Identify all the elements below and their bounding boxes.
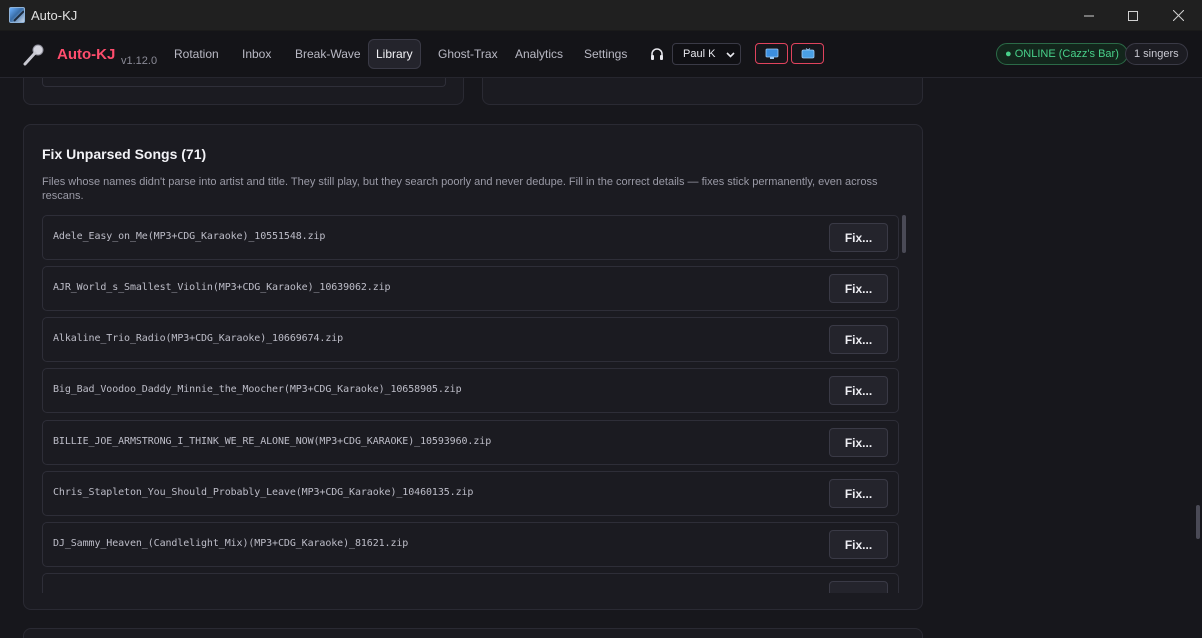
file-name: AJR_World_s_Smallest_Violin(MP3+CDG_Kara… <box>53 282 391 293</box>
file-name: Chris_Stapleton_You_Should_Probably_Leav… <box>53 487 474 498</box>
app-version: v1.12.0 <box>121 55 158 67</box>
fix-button[interactable]: Fix... <box>829 325 888 354</box>
list-scrollbar[interactable] <box>902 215 906 253</box>
minimize-icon <box>1084 15 1094 16</box>
tab-break-wave[interactable]: Break-Wave <box>288 39 368 69</box>
list-item: Adele_Easy_on_Me(MP3+CDG_Karaoke)_105515… <box>42 215 899 260</box>
tab-ghost-trax[interactable]: Ghost-Trax <box>431 39 505 69</box>
singers-count-badge: 1 singers <box>1125 43 1188 65</box>
close-button[interactable] <box>1155 0 1201 31</box>
monitor-icon <box>765 48 778 59</box>
tab-inbox[interactable]: Inbox <box>235 39 278 69</box>
fix-button[interactable]: Fix... <box>829 223 888 252</box>
window-title: Auto-KJ <box>31 7 78 23</box>
list-item: BILLIE_JOE_ARMSTRONG_I_THINK_WE_RE_ALONE… <box>42 420 899 465</box>
list-item: Chris_Stapleton_You_Should_Probably_Leav… <box>42 471 899 516</box>
section-title: Fix Unparsed Songs (71) <box>42 146 207 162</box>
list-item: Alkaline_Trio_Radio(MP3+CDG_Karaoke)_106… <box>42 317 899 362</box>
file-name: Big_Bad_Voodoo_Daddy_Minnie_the_Moocher(… <box>53 384 462 395</box>
minimize-button[interactable] <box>1066 0 1112 31</box>
user-select[interactable]: Paul K <box>672 43 741 65</box>
unparsed-songs-list[interactable]: Adele_Easy_on_Me(MP3+CDG_Karaoke)_105515… <box>42 215 900 593</box>
window-titlebar: Auto-KJ <box>0 0 1202 31</box>
top-nav: Auto-KJ v1.12.0 Rotation Inbox Break-Wav… <box>0 31 1202 78</box>
library-content: Fix Unparsed Songs (71) Files whose name… <box>0 78 1202 638</box>
tab-library[interactable]: Library <box>368 39 421 69</box>
maximize-button[interactable] <box>1110 0 1156 31</box>
tab-analytics[interactable]: Analytics <box>508 39 570 69</box>
tv-display-button[interactable] <box>791 43 824 64</box>
page-scrollbar[interactable] <box>1196 505 1200 539</box>
fix-button-partial[interactable] <box>829 581 888 593</box>
file-name: DJ_Sammy_Heaven_(Candlelight_Mix)(MP3+CD… <box>53 538 409 549</box>
panel-top-left <box>23 78 464 105</box>
microphone-icon <box>23 44 44 66</box>
user-select-value: Paul K <box>683 48 716 60</box>
fix-unparsed-panel: Fix Unparsed Songs (71) Files whose name… <box>23 124 923 610</box>
panel-bottom <box>23 628 923 638</box>
panel-top-right <box>482 78 923 105</box>
tab-rotation[interactable]: Rotation <box>167 39 226 69</box>
maximize-icon <box>1128 10 1138 21</box>
fix-button[interactable]: Fix... <box>829 479 888 508</box>
fix-button[interactable]: Fix... <box>829 530 888 559</box>
list-item: DJ_Sammy_Heaven_(Candlelight_Mix)(MP3+CD… <box>42 522 899 567</box>
file-name: Alkaline_Trio_Radio(MP3+CDG_Karaoke)_106… <box>53 333 344 344</box>
fix-button[interactable]: Fix... <box>829 428 888 457</box>
fix-button[interactable]: Fix... <box>829 274 888 303</box>
panel-top-left-table <box>42 78 446 87</box>
file-name: Adele_Easy_on_Me(MP3+CDG_Karaoke)_105515… <box>53 231 326 242</box>
tab-settings[interactable]: Settings <box>577 39 634 69</box>
singer-display-button[interactable] <box>755 43 788 64</box>
tv-icon <box>801 47 814 58</box>
list-item-partial <box>42 573 899 593</box>
headphones-icon <box>651 48 663 60</box>
section-description: Files whose names didn't parse into arti… <box>42 176 878 202</box>
brand-name: Auto-KJ <box>57 46 116 63</box>
chevron-down-icon <box>726 52 735 58</box>
status-badge: ● ONLINE (Cazz's Bar) <box>996 43 1128 65</box>
app-icon <box>9 7 25 23</box>
list-item: AJR_World_s_Smallest_Violin(MP3+CDG_Kara… <box>42 266 899 311</box>
list-item: Big_Bad_Voodoo_Daddy_Minnie_the_Moocher(… <box>42 368 899 413</box>
file-name: BILLIE_JOE_ARMSTRONG_I_THINK_WE_RE_ALONE… <box>53 436 492 447</box>
close-icon <box>1172 10 1184 21</box>
fix-button[interactable]: Fix... <box>829 376 888 405</box>
